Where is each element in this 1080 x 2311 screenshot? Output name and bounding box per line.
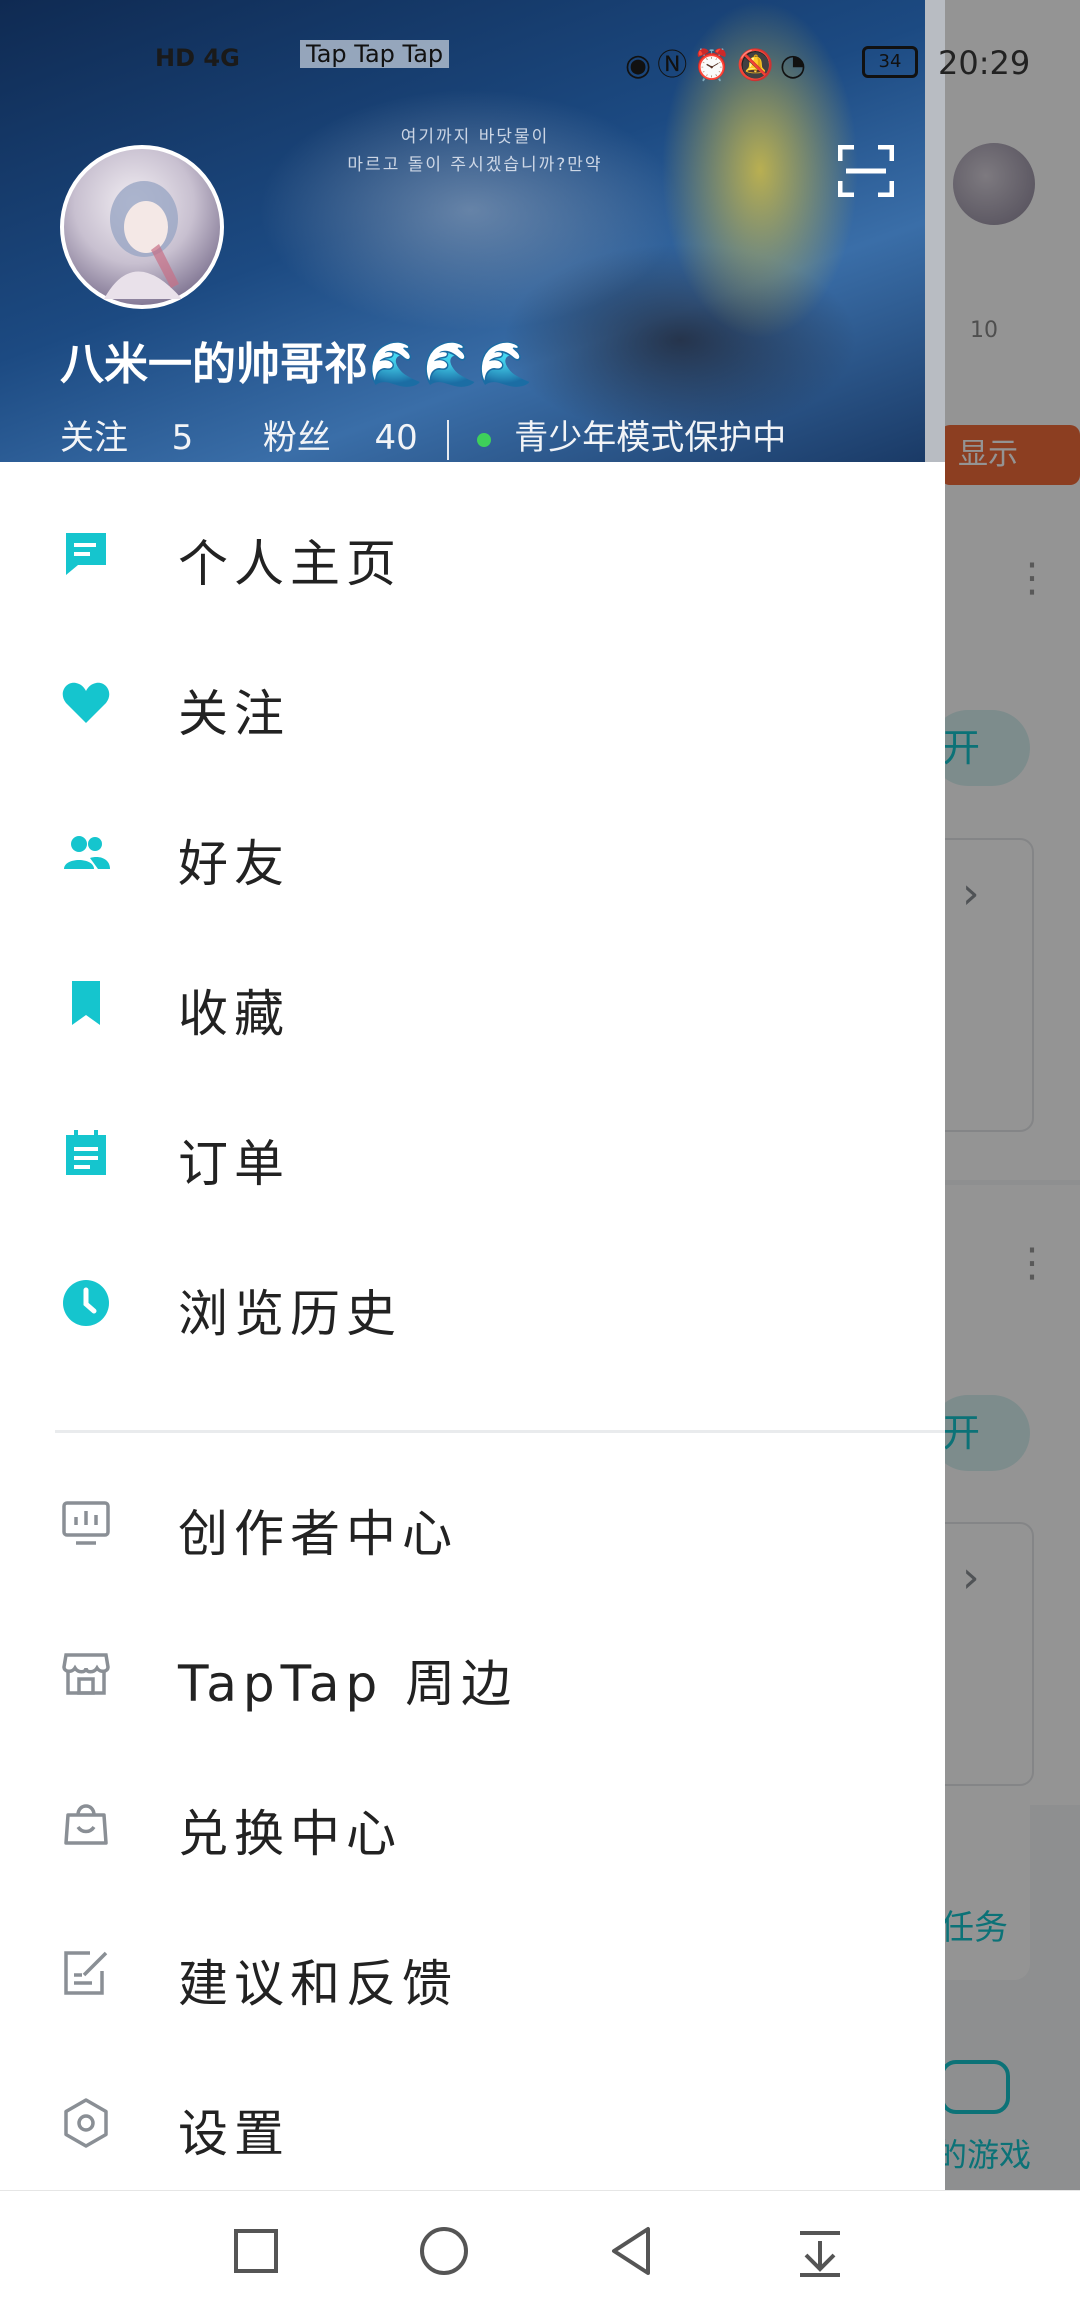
shopping-bag-icon — [64, 1804, 108, 1845]
bookmark-icon — [72, 981, 100, 1025]
menu-label-merch: TapTap 周边 — [178, 1655, 518, 1713]
menu-item-history[interactable]: 浏览历史 — [0, 1232, 945, 1372]
youth-mode-status[interactable]: 青少年模式保护中 — [514, 410, 786, 459]
menu-divider — [55, 1430, 945, 1433]
avatar-illustration-icon — [104, 181, 182, 299]
menu-label-feedback: 建议和反馈 — [178, 1955, 458, 2013]
followers-label[interactable]: 粉丝 — [263, 410, 331, 459]
status-bar: HD 4G Tap Tap Tap ◉Ⓝ⏰🔕◔ 34 20:29 — [0, 36, 1080, 86]
home-circle-icon[interactable] — [414, 2221, 474, 2281]
clock-icon — [63, 1280, 109, 1326]
back-triangle-icon[interactable] — [602, 2221, 662, 2281]
followers-count[interactable]: 40 — [375, 418, 418, 458]
online-dot-icon — [477, 432, 492, 447]
username[interactable]: 八米一的帅哥祁🌊🌊🌊 — [60, 328, 532, 392]
menu-item-merch[interactable]: TapTap 周边 — [0, 1602, 945, 1742]
menu-item-settings[interactable]: 设置 — [0, 2052, 945, 2192]
menu-item-profile[interactable]: 个人主页 — [0, 482, 945, 622]
stats-separator — [446, 419, 449, 460]
menu-item-friends[interactable]: 好友 — [0, 782, 945, 922]
order-icon — [66, 1130, 106, 1175]
menu-item-creator-center[interactable]: 创作者中心 — [0, 1452, 945, 1592]
alarm-icon: ⏰ — [693, 48, 737, 83]
menu-label-orders: 订单 — [178, 1135, 290, 1193]
nfc-icon: Ⓝ — [657, 48, 694, 83]
friends-icon — [64, 836, 110, 869]
profile-page-icon — [66, 533, 106, 575]
mute-icon: 🔕 — [736, 48, 780, 83]
status-icons: ◉Ⓝ⏰🔕◔ — [625, 40, 812, 84]
menu-item-favorites[interactable]: 收藏 — [0, 932, 945, 1072]
feedback-icon — [64, 1951, 108, 1995]
system-nav-bar — [0, 2190, 1080, 2311]
menu-label-creator-center: 创作者中心 — [178, 1505, 458, 1563]
battery-icon: 34 — [862, 46, 918, 78]
following-label[interactable]: 关注 — [60, 410, 128, 459]
menu-item-orders[interactable]: 订单 — [0, 1082, 945, 1222]
profile-stats: 关注 5 粉丝 40 青少年模式保护中 — [60, 410, 786, 460]
network-indicator: HD 4G — [155, 44, 240, 72]
menu-label-profile: 个人主页 — [178, 535, 402, 593]
menu-item-following[interactable]: 关注 — [0, 632, 945, 772]
settings-icon — [64, 2098, 108, 2148]
scan-icon[interactable] — [837, 144, 895, 198]
notification-pull-down-icon[interactable] — [790, 2221, 850, 2281]
menu-label-history: 浏览历史 — [178, 1285, 402, 1343]
following-count[interactable]: 5 — [172, 418, 194, 458]
clock-time: 20:29 — [938, 44, 1031, 82]
navigation-drawer: 여기까지 바닷물이 마르고 돌이 주시겠습니까?만약 八米一的帅哥祁🌊🌊🌊 关注… — [0, 0, 945, 2190]
menu-label-friends: 好友 — [178, 835, 290, 893]
menu-label-favorites: 收藏 — [178, 985, 290, 1043]
recents-square-icon[interactable] — [226, 2221, 286, 2281]
data-saver-icon: ◔ — [779, 48, 813, 83]
creator-center-icon — [62, 1501, 110, 1545]
heart-icon — [62, 682, 110, 723]
menu-label-redeem-center: 兑换中心 — [178, 1805, 402, 1863]
eye-icon: ◉ — [625, 48, 658, 83]
menu-label-following: 关注 — [178, 685, 290, 743]
store-icon — [62, 1653, 110, 1695]
header-background-text-2: 마르고 돌이 주시겠습니까?만약 — [347, 155, 603, 175]
menu-label-settings: 设置 — [178, 2105, 290, 2163]
profile-avatar[interactable] — [60, 145, 224, 309]
header-background-text-1: 여기까지 바닷물이 — [400, 127, 550, 147]
notification-ticker: Tap Tap Tap — [300, 40, 450, 68]
menu-item-redeem-center[interactable]: 兑换中心 — [0, 1752, 945, 1892]
menu-item-feedback[interactable]: 建议和反馈 — [0, 1902, 945, 2042]
